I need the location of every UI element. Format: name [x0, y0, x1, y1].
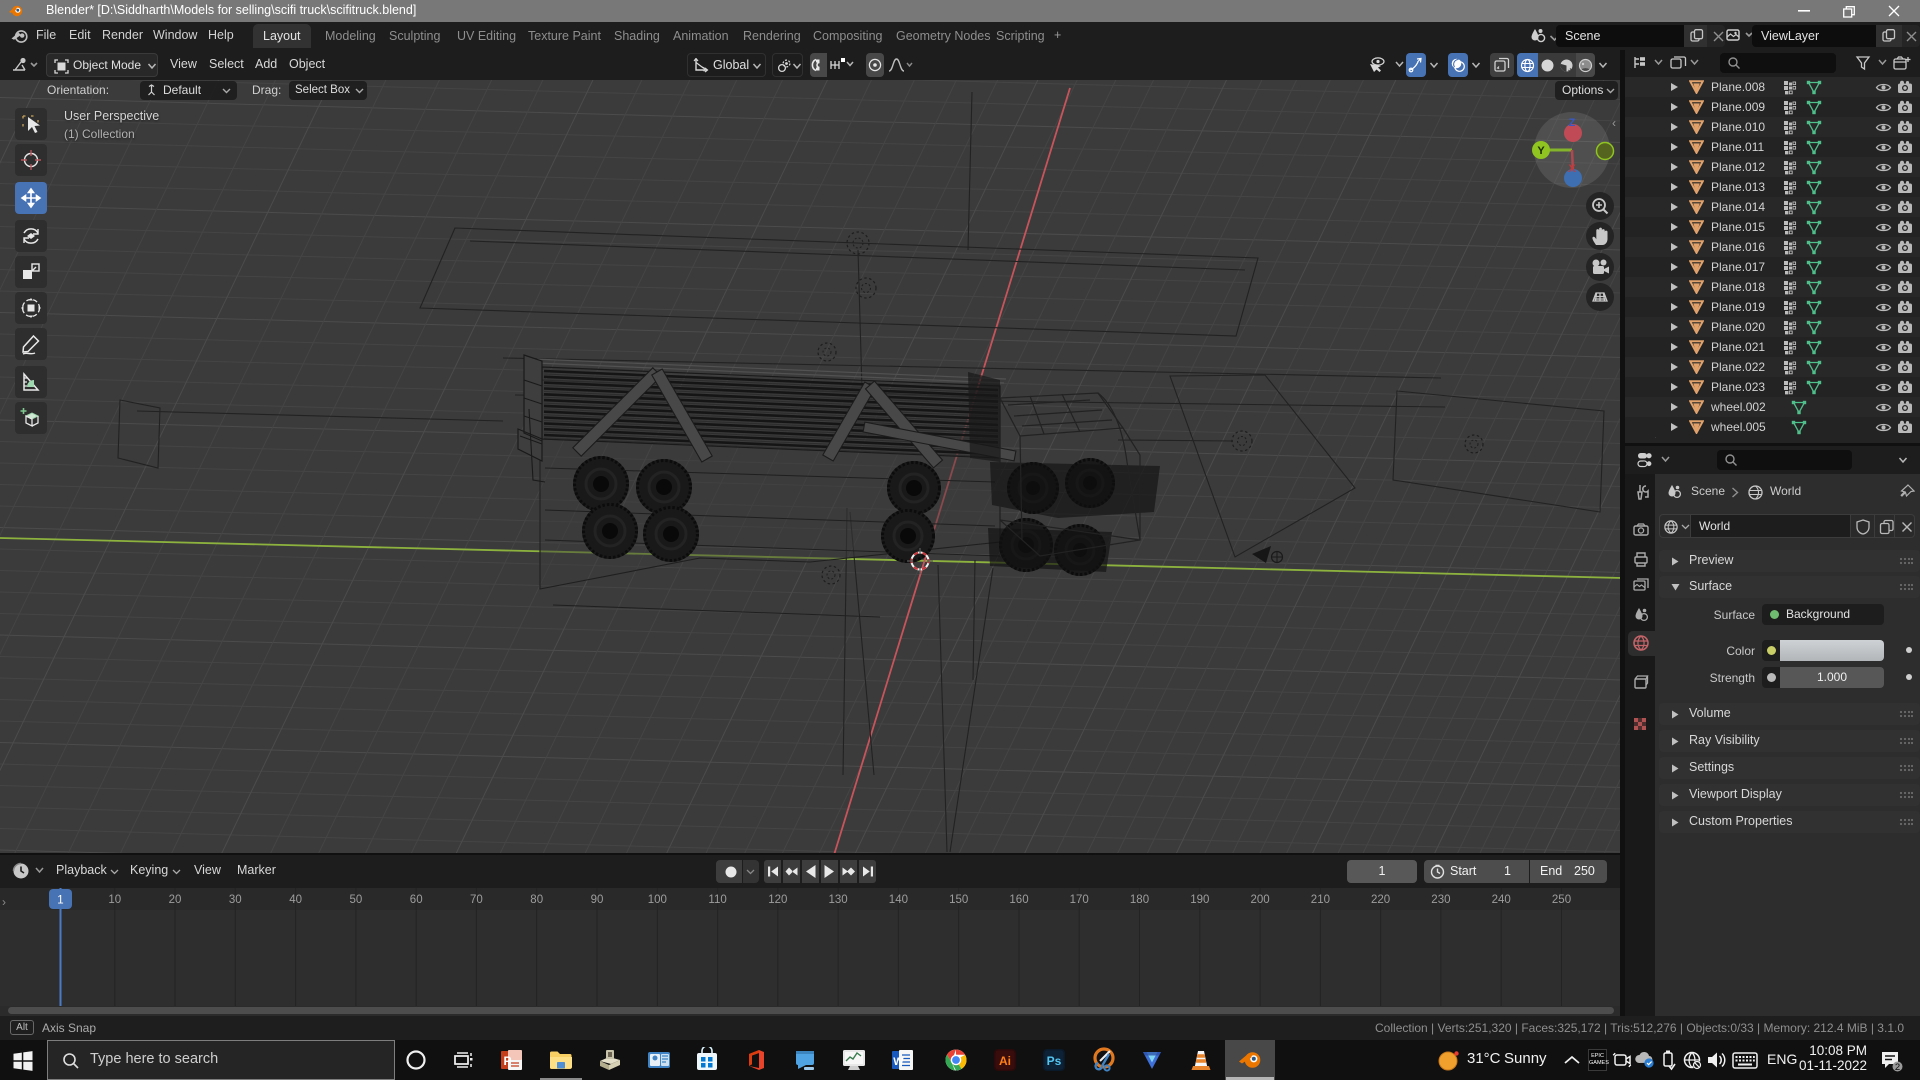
svg-text:50: 50	[350, 894, 363, 906]
svg-text:160: 160	[1009, 894, 1028, 906]
svg-text:90: 90	[591, 894, 604, 906]
svg-text:130: 130	[829, 894, 848, 906]
svg-text:Ai: Ai	[999, 1054, 1011, 1068]
svg-text:190: 190	[1190, 894, 1209, 906]
svg-text:30: 30	[229, 894, 242, 906]
svg-text:1: 1	[57, 895, 63, 907]
svg-text:10: 10	[108, 894, 121, 906]
svg-text:210: 210	[1311, 894, 1330, 906]
svg-text:X: X	[1568, 163, 1576, 175]
svg-text:70: 70	[470, 894, 483, 906]
svg-text:120: 120	[768, 894, 787, 906]
svg-text:110: 110	[708, 894, 726, 906]
svg-text:40: 40	[289, 894, 302, 906]
svg-text:250: 250	[1552, 894, 1571, 906]
svg-text:60: 60	[410, 894, 423, 906]
svg-text:Z: Z	[1569, 117, 1576, 129]
svg-text:170: 170	[1070, 894, 1089, 906]
svg-text:Y: Y	[1537, 145, 1545, 157]
svg-text:200: 200	[1251, 894, 1270, 906]
svg-text:80: 80	[530, 894, 543, 906]
svg-text:Ps: Ps	[1047, 1054, 1062, 1068]
svg-text:2: 2	[1895, 1062, 1900, 1073]
svg-text:P: P	[503, 1054, 511, 1068]
svg-text:180: 180	[1130, 894, 1149, 906]
svg-text:100: 100	[648, 894, 667, 906]
svg-text:150: 150	[949, 894, 968, 906]
svg-text:20: 20	[169, 894, 182, 906]
svg-text:230: 230	[1431, 894, 1450, 906]
svg-text:140: 140	[889, 894, 908, 906]
svg-text:220: 220	[1371, 894, 1390, 906]
svg-text:W: W	[893, 1056, 904, 1068]
svg-text:240: 240	[1492, 894, 1511, 906]
